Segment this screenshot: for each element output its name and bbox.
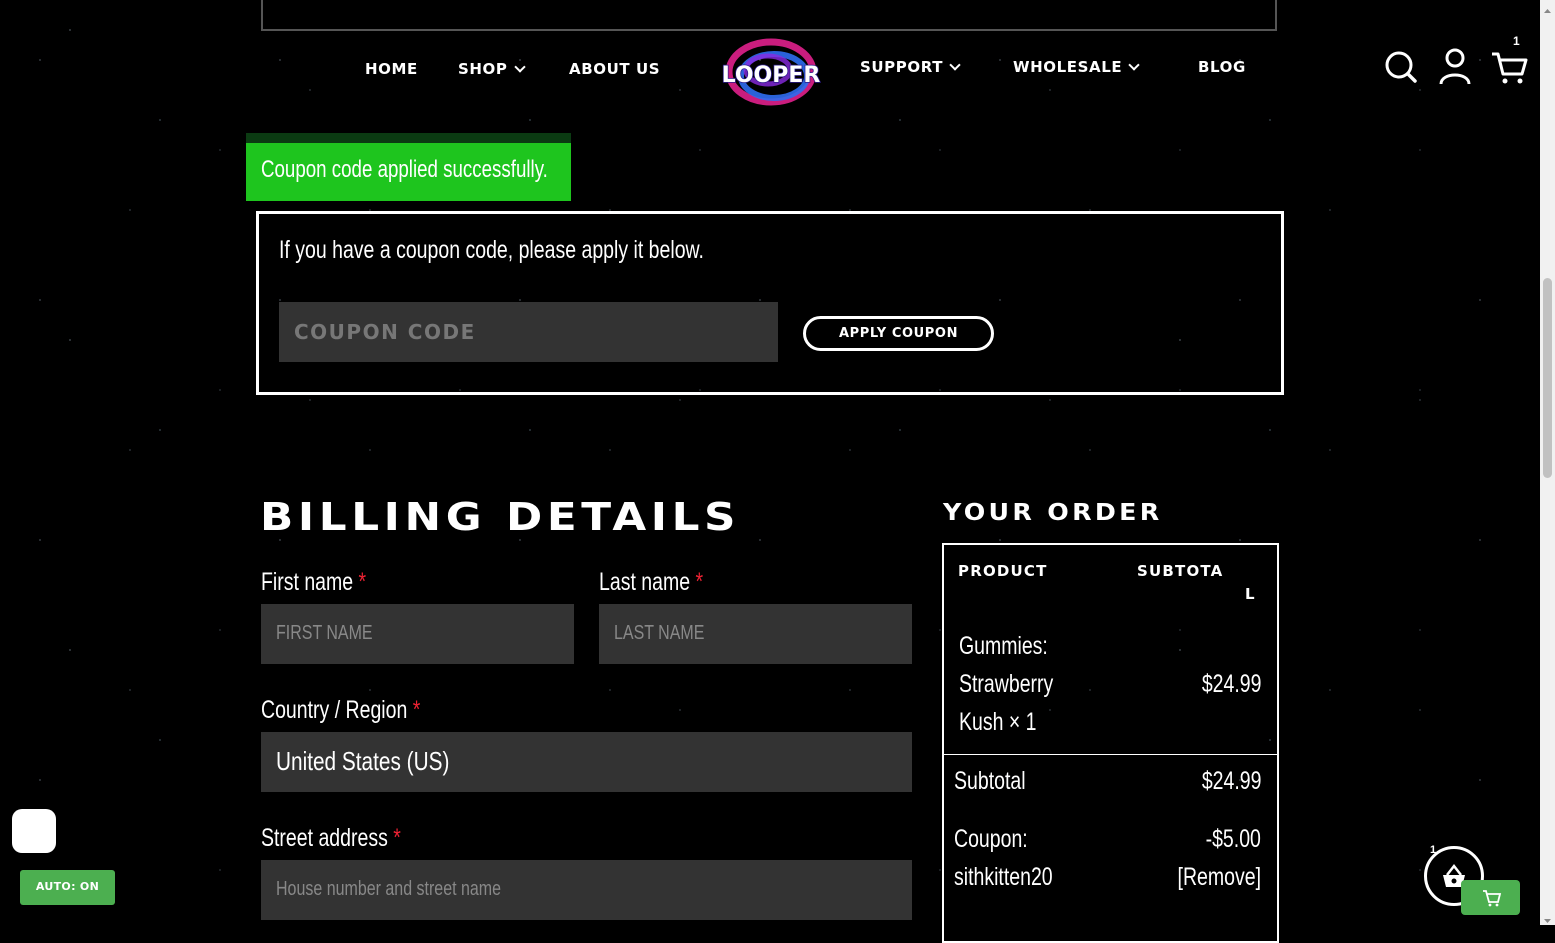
chevron-down-icon — [513, 61, 526, 73]
first-name-field[interactable]: FIRST NAME — [261, 604, 574, 664]
column-header-subtotal-wrap: L — [1245, 585, 1256, 603]
coupon-discount-value: -$5.00 — [1205, 825, 1261, 853]
coupon-intro-text: If you have a coupon code, please apply … — [279, 236, 704, 264]
column-header-product: PRODUCT — [958, 562, 1048, 580]
apply-coupon-button[interactable]: APPLY COUPON — [803, 316, 994, 351]
chat-widget-button[interactable] — [12, 809, 56, 853]
required-marker: * — [412, 696, 421, 724]
nav-home[interactable]: HOME — [365, 60, 418, 78]
mini-cart-button[interactable] — [1461, 880, 1520, 915]
country-value: United States (US) — [276, 746, 450, 776]
nav-wholesale-label: WHOLESALE — [1013, 58, 1123, 76]
item-quantity: × 1 — [1008, 708, 1037, 736]
nav-about-us[interactable]: ABOUT US — [569, 60, 660, 78]
nav-shop-label: SHOP — [458, 60, 508, 78]
logo-text: LOOPER — [722, 63, 821, 88]
last-name-field[interactable]: LAST NAME — [599, 604, 912, 664]
coupon-placeholder: COUPON CODE — [294, 320, 476, 344]
item-price: $24.99 — [1201, 670, 1261, 698]
nav-home-label: HOME — [365, 60, 418, 78]
search-icon[interactable] — [1382, 46, 1422, 86]
country-label: Country / Region * — [261, 696, 421, 724]
logo-swirl-icon: LOOPER — [721, 38, 821, 106]
item-name-line3: Kush × 1 — [959, 708, 1037, 737]
required-marker: * — [695, 568, 704, 596]
chevron-down-icon — [1128, 59, 1140, 71]
cart-icon[interactable] — [1489, 46, 1529, 86]
cart-icon — [1483, 890, 1502, 907]
coupon-code-applied: sithkitten20 — [954, 863, 1053, 891]
chevron-down-icon — [949, 59, 961, 71]
item-name-line2: Strawberry — [959, 670, 1054, 698]
apply-coupon-label: APPLY COUPON — [838, 326, 959, 341]
subtotal-label: Subtotal — [954, 767, 1026, 795]
street-placeholder: House number and street name — [276, 878, 502, 900]
required-marker: * — [393, 824, 401, 852]
item-name-line3-text: Kush — [959, 708, 1004, 736]
street-address-label: Street address * — [261, 824, 401, 852]
basket-count-badge: 1 — [1430, 844, 1437, 856]
your-order-heading: YOUR ORDER — [943, 500, 1163, 526]
looper-logo[interactable]: LOOPER — [716, 36, 826, 112]
coupon-code-input[interactable]: COUPON CODE — [279, 302, 778, 362]
nav-about-label: ABOUT US — [569, 60, 661, 78]
cart-count-badge: 1 — [1513, 34, 1520, 48]
order-divider — [944, 754, 1277, 755]
nav-support-label: SUPPORT — [860, 58, 944, 76]
required-marker: * — [358, 568, 367, 596]
coupon-label: Coupon: — [954, 825, 1028, 853]
scroll-up-arrow-icon[interactable] — [1543, 2, 1552, 13]
nav-blog[interactable]: BLOG — [1198, 58, 1246, 76]
last-name-label: Last name * — [599, 568, 704, 596]
first-name-label: First name * — [261, 568, 367, 596]
nav-shop[interactable]: SHOP — [458, 60, 526, 78]
account-icon[interactable] — [1435, 46, 1475, 86]
coupon-success-notice: Coupon code applied successfully. — [246, 133, 571, 201]
notice-text: Coupon code applied successfully. — [261, 156, 548, 183]
street-address-field[interactable]: House number and street name — [261, 860, 912, 920]
auto-toggle-label: AUTO: ON — [35, 880, 100, 893]
column-header-subtotal: SUBTOTA — [1137, 562, 1224, 580]
top-frame-edge — [261, 0, 1277, 31]
remove-coupon-link[interactable]: [Remove] — [1178, 863, 1261, 892]
billing-details-heading: BILLING DETAILS — [260, 495, 741, 539]
first-name-placeholder: FIRST NAME — [276, 622, 373, 644]
last-name-placeholder: LAST NAME — [614, 622, 705, 644]
nav-blog-label: BLOG — [1198, 58, 1246, 76]
subtotal-value: $24.99 — [1201, 767, 1261, 795]
nav-support[interactable]: SUPPORT — [860, 58, 961, 76]
item-name-line1: Gummies: — [959, 632, 1048, 660]
scroll-down-arrow-icon[interactable] — [1543, 912, 1552, 923]
auto-toggle-button[interactable]: AUTO: ON — [20, 870, 115, 905]
scrollbar-thumb[interactable] — [1543, 278, 1552, 478]
nav-wholesale[interactable]: WHOLESALE — [1013, 58, 1140, 76]
country-select[interactable]: United States (US) — [261, 732, 912, 792]
